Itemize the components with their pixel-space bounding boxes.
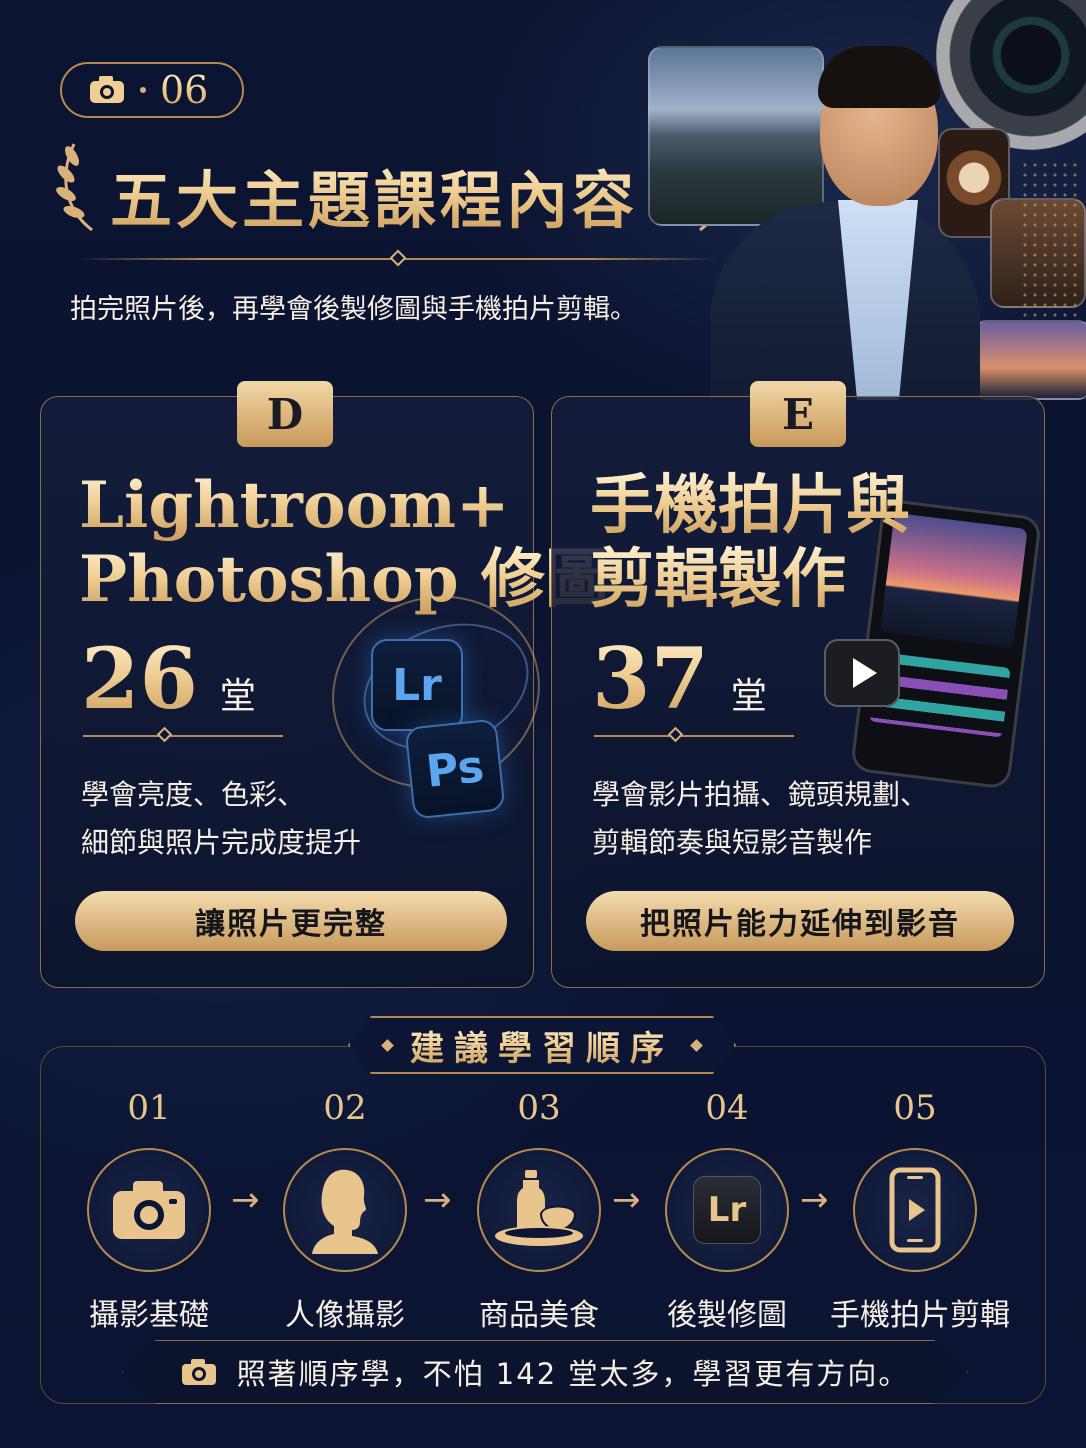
step-label: 後製修圖 <box>667 1298 787 1333</box>
step-icon-circle: Lr <box>665 1148 789 1272</box>
card-divider <box>83 726 283 743</box>
decorative-dots <box>1020 160 1080 320</box>
play-icon <box>824 639 900 707</box>
step-04: 04 Lr 後製修圖 <box>642 1088 812 1334</box>
step-icon-circle <box>283 1148 407 1272</box>
step-number: 04 <box>705 1088 749 1128</box>
step-number: 02 <box>323 1088 367 1128</box>
page-subtitle: 拍完照片後，再學會後製修圖與手機拍片剪輯。 <box>70 294 637 325</box>
photoshop-icon: Ps <box>404 718 506 820</box>
card-title: 手機拍片與 剪輯製作 <box>590 469 910 617</box>
lightroom-icon: Lr <box>693 1176 761 1244</box>
step-number: 03 <box>517 1088 561 1128</box>
hero-image <box>640 0 1086 400</box>
lesson-count-number: 26 <box>81 629 198 728</box>
lesson-badge: 06 <box>60 62 244 118</box>
learning-order-title-text: 建議學習順序 <box>410 1021 674 1070</box>
step-icon-circle <box>87 1148 211 1272</box>
instructor-photo <box>700 42 980 400</box>
order-footer-note: 照著順序學，不怕 142 堂太多，學習更有方向。 <box>122 1340 968 1404</box>
card-title-line1: 手機拍片與 <box>590 468 910 543</box>
order-footer-text: 照著順序學，不怕 142 堂太多，學習更有方向。 <box>236 1357 910 1391</box>
card-description: 學會影片拍攝、鏡頭規劃、 剪輯節奏與短影音製作 <box>592 771 928 867</box>
card-description-line1: 學會影片拍攝、鏡頭規劃、 <box>592 778 929 811</box>
lesson-number: 06 <box>160 68 209 112</box>
card-description: 學會亮度、色彩、 細節與照片完成度提升 <box>81 771 361 867</box>
camera-icon <box>90 76 124 103</box>
separator-dot <box>140 87 146 93</box>
step-label: 人像攝影 <box>285 1298 405 1333</box>
card-divider <box>594 726 794 743</box>
extend-to-video-button[interactable]: 把照片能力延伸到影音 <box>586 891 1014 951</box>
lesson-count-unit: 堂 <box>219 676 256 717</box>
card-title-line2: 剪輯製作 <box>590 543 910 617</box>
card-title: Lightroom+ Photoshop 修圖 <box>79 469 609 617</box>
step-02: 02 人像攝影 <box>260 1088 430 1334</box>
diamond-icon <box>381 1038 394 1052</box>
food-product-icon <box>495 1170 583 1246</box>
course-card-d: D Lightroom+ Photoshop 修圖 26 堂 Lr Ps 學會亮… <box>40 381 609 988</box>
phone-video-icon <box>889 1167 941 1253</box>
card-title-line2: Photoshop 修圖 <box>79 542 609 617</box>
laurel-left-icon <box>56 143 93 232</box>
lesson-count: 37 堂 <box>592 629 767 728</box>
card-description-line2: 細節與照片完成度提升 <box>81 826 362 859</box>
step-05: 05 手機拍片剪輯 <box>830 1088 1010 1334</box>
step-label: 攝影基礎 <box>89 1298 209 1333</box>
portrait-silhouette-icon <box>312 1169 378 1254</box>
complete-photo-button[interactable]: 讓照片更完整 <box>75 891 507 951</box>
arrow-icon: → <box>612 1180 641 1220</box>
camera-icon <box>181 1359 216 1385</box>
page-title: 五大主題課程內容 <box>110 150 638 240</box>
step-number: 05 <box>893 1088 937 1128</box>
lesson-count-unit: 堂 <box>730 676 767 717</box>
lesson-count-number: 37 <box>592 629 709 728</box>
step-number: 01 <box>127 1088 171 1128</box>
card-tag: E <box>750 381 846 447</box>
card-description-line2: 剪輯節奏與短影音製作 <box>592 826 873 859</box>
arrow-icon: → <box>231 1180 260 1220</box>
arrow-icon: → <box>423 1180 452 1220</box>
step-label: 商品美食 <box>479 1298 599 1333</box>
title-divider <box>78 249 718 267</box>
lesson-count: 26 堂 <box>81 629 256 728</box>
card-tag: D <box>237 381 333 447</box>
step-01: 01 攝影基礎 <box>64 1088 234 1334</box>
camera-icon <box>113 1181 185 1239</box>
city-photo-card <box>972 320 1086 400</box>
lightroom-icon: Lr <box>371 639 463 731</box>
step-label: 手機拍片剪輯 <box>830 1298 1010 1333</box>
diamond-icon <box>690 1038 703 1052</box>
learning-order-title: 建議學習順序 <box>348 1016 736 1074</box>
card-description-line1: 學會亮度、色彩、 <box>81 778 306 811</box>
arrow-icon: → <box>800 1180 829 1220</box>
course-card-e: E 手機拍片與 剪輯製作 37 堂 學會影片拍攝、鏡頭規劃、 剪輯節奏與短影音製… <box>551 381 1045 988</box>
step-icon-circle <box>477 1148 601 1272</box>
card-title-line1: Lightroom+ <box>79 469 609 543</box>
step-03: 03 商品美食 <box>454 1088 624 1334</box>
step-icon-circle <box>853 1148 977 1272</box>
